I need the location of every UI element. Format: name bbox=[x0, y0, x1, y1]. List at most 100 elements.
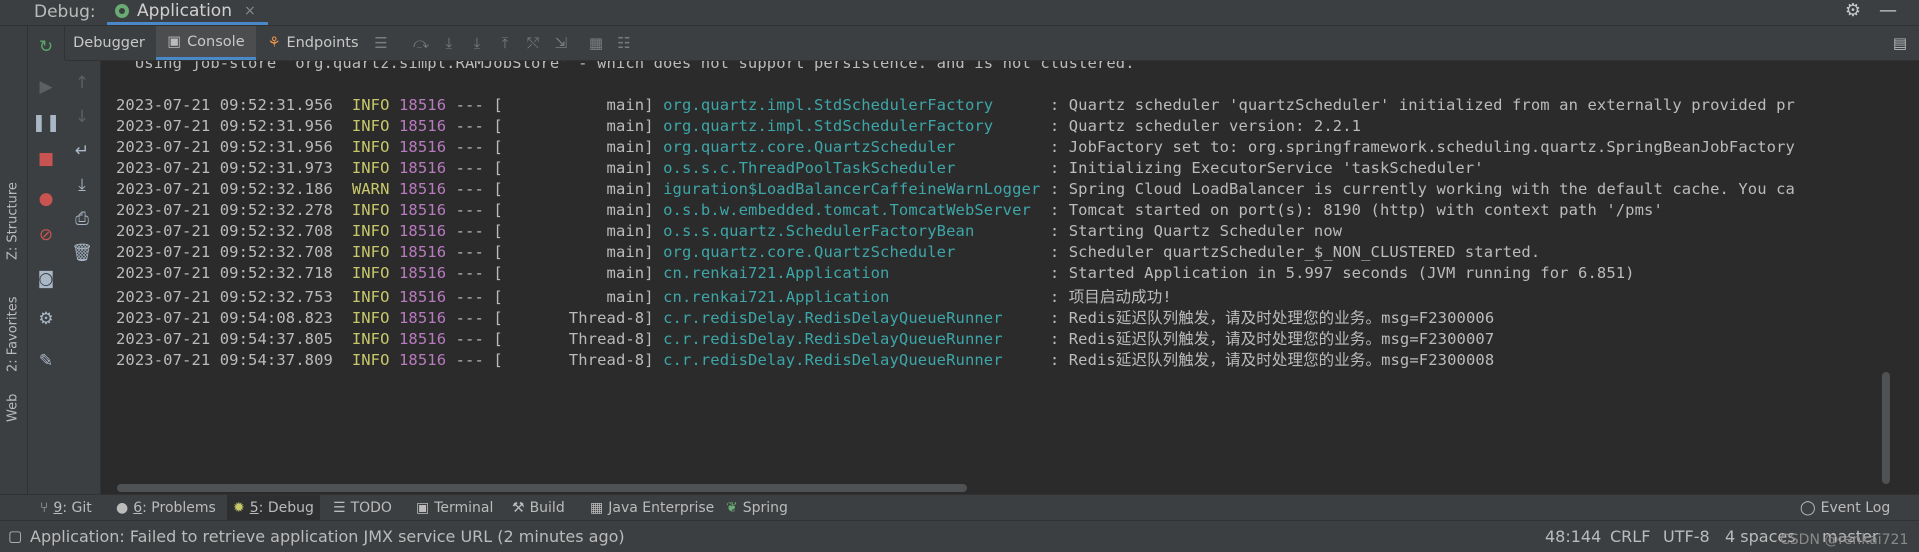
git-icon: ⑂ bbox=[40, 500, 49, 516]
step-out-icon[interactable]: ⤒ bbox=[494, 32, 516, 54]
console-line: 2023-07-21 09:52:31.956 INFO 18516 --- [… bbox=[116, 138, 1795, 156]
console-line: 2023-07-21 09:54:37.805 INFO 18516 --- [… bbox=[116, 330, 1495, 348]
event-log-label: Event Log bbox=[1820, 500, 1891, 516]
status-message[interactable]: Application: Failed to retrieve applicat… bbox=[30, 527, 625, 546]
trash-icon[interactable]: 🗑 bbox=[69, 240, 95, 266]
console-line: 2023-07-21 09:52:32.753 INFO 18516 --- [… bbox=[116, 288, 1172, 306]
view-breakpoints-icon[interactable]: ● bbox=[33, 186, 59, 212]
endpoints-icon: ⚘ bbox=[267, 35, 281, 51]
minimize-icon[interactable]: — bbox=[1879, 0, 1897, 21]
console-icon: ▣ bbox=[167, 33, 182, 50]
debug-label: Debug: bbox=[34, 2, 96, 22]
favorites-tab-label: 2: Favorites bbox=[5, 296, 21, 372]
gear-icon[interactable]: ⚙ bbox=[1845, 0, 1861, 21]
tab-todo[interactable]: ☰ TODO bbox=[327, 495, 398, 521]
tab-application[interactable]: Application × bbox=[107, 0, 268, 25]
tab-build[interactable]: ⚒ Build bbox=[506, 495, 571, 521]
force-step-into-icon[interactable]: ⤓ bbox=[466, 32, 488, 54]
tab-spring-label: Spring bbox=[742, 500, 788, 516]
tab-spring[interactable]: ❦ Spring bbox=[720, 495, 794, 521]
stop-icon[interactable]: ■ bbox=[33, 146, 59, 172]
console-line: 2023-07-21 09:52:32.186 WARN 18516 --- [… bbox=[116, 180, 1795, 198]
console-line: 2023-07-21 09:52:32.708 INFO 18516 --- [… bbox=[116, 222, 1343, 240]
left-tool-stripe: Z: Structure 2: Favorites Web bbox=[0, 26, 28, 520]
step-into-icon[interactable]: ⤓ bbox=[438, 32, 460, 54]
horizontal-scrollbar[interactable] bbox=[117, 484, 967, 492]
console-line: 2023-07-21 09:52:32.708 INFO 18516 --- [… bbox=[116, 243, 1541, 261]
tab-debug[interactable]: ✹ 5: Debug bbox=[227, 495, 320, 521]
web-tab-label: Web bbox=[5, 393, 21, 423]
tab-git[interactable]: ⑂ 9: Git bbox=[34, 495, 98, 521]
tab-debug-label: : Debug bbox=[258, 500, 314, 516]
tab-terminal-label: Terminal bbox=[434, 500, 494, 516]
csdn-watermark: CSDN @renkai721 bbox=[1780, 532, 1909, 548]
console-line: 2023-07-21 09:52:31.973 INFO 18516 --- [… bbox=[116, 159, 1484, 177]
tab-debugger-label: Debugger bbox=[73, 35, 145, 51]
tab-debugger[interactable]: Debugger bbox=[65, 26, 153, 60]
print-icon[interactable]: ⎙ bbox=[69, 206, 95, 232]
bug-icon: ✹ bbox=[233, 500, 245, 516]
java-enterprise-icon: ▦ bbox=[590, 500, 604, 516]
bottom-tool-bar: ⑂ 9: Git ● 6: Problems ✹ 5: Debug ☰ TODO… bbox=[0, 494, 1919, 521]
close-icon[interactable]: × bbox=[244, 3, 256, 19]
console-line: 2023-07-21 09:54:37.809 INFO 18516 --- [… bbox=[116, 351, 1495, 369]
todo-icon: ☰ bbox=[333, 500, 346, 516]
console-line: 2023-07-21 09:54:08.823 INFO 18516 --- [… bbox=[116, 309, 1495, 327]
tab-console[interactable]: ▣ Console bbox=[156, 26, 256, 60]
console-line: 2023-07-21 09:52:32.718 INFO 18516 --- [… bbox=[116, 264, 1635, 282]
up-arrow-icon[interactable]: ↑ bbox=[69, 70, 95, 96]
structure-tab-label: Z: Structure bbox=[5, 182, 21, 260]
step-over-icon[interactable]: ⤼ bbox=[410, 32, 432, 54]
vertical-scrollbar[interactable] bbox=[1882, 372, 1890, 484]
tab-java-enterprise-label: Java Enterprise bbox=[608, 500, 715, 516]
tab-git-number: 9 bbox=[53, 500, 63, 516]
scroll-to-end-icon[interactable]: ⤓ bbox=[69, 172, 95, 198]
tab-terminal[interactable]: ▣ Terminal bbox=[410, 495, 499, 521]
menu-icon[interactable]: ☰ bbox=[370, 32, 392, 54]
tab-console-label: Console bbox=[187, 33, 245, 50]
debug-toolbar: ↻ ▶ ❚❚ ■ ● ⊘ ◙ ⚙ ✎ bbox=[28, 26, 65, 494]
line-separator[interactable]: CRLF bbox=[1610, 527, 1650, 546]
tab-problems-number: 6 bbox=[133, 500, 143, 516]
soft-wrap-icon[interactable]: ↵ bbox=[69, 138, 95, 164]
terminal-icon: ▣ bbox=[416, 500, 430, 516]
tab-todo-label: TODO bbox=[350, 500, 392, 516]
console-line: 2023-07-21 09:52:31.956 INFO 18516 --- [… bbox=[116, 117, 1362, 135]
tab-git-label: : Git bbox=[62, 500, 92, 516]
trace-icon[interactable]: ☷ bbox=[613, 32, 635, 54]
layout-settings-icon[interactable]: ▤ bbox=[1889, 32, 1911, 54]
tab-java-enterprise[interactable]: ▦ Java Enterprise bbox=[584, 495, 720, 521]
console-output[interactable]: Using job-store 'org.quartz.simpl.RAMJob… bbox=[101, 61, 1891, 494]
mute-breakpoints-icon[interactable]: ⊘ bbox=[33, 222, 59, 248]
run-to-cursor-icon[interactable]: ⇲ bbox=[550, 32, 572, 54]
settings-icon[interactable]: ⚙ bbox=[33, 306, 59, 332]
toggle-tool-windows-icon[interactable]: ▢ bbox=[8, 527, 22, 545]
pause-icon[interactable]: ❚❚ bbox=[32, 110, 61, 136]
structure-tab[interactable]: Z: Structure bbox=[2, 166, 24, 276]
console-toolbar: ↑ ↓ ↵ ⤓ ⎙ 🗑 bbox=[64, 60, 101, 494]
favorites-tab[interactable]: 2: Favorites bbox=[2, 284, 24, 384]
spring-icon: ❦ bbox=[726, 500, 738, 516]
spring-bug-icon bbox=[115, 4, 129, 18]
caret-position[interactable]: 48:144 bbox=[1545, 527, 1601, 546]
problems-icon: ● bbox=[116, 500, 129, 516]
rerun-icon[interactable]: ↻ bbox=[33, 34, 59, 60]
pin-icon[interactable]: ✎ bbox=[33, 348, 59, 374]
camera-icon[interactable]: ◙ bbox=[33, 266, 59, 292]
tab-problems-label: : Problems bbox=[142, 500, 216, 516]
web-tab[interactable]: Web bbox=[2, 378, 24, 438]
event-log-button[interactable]: ◯ Event Log bbox=[1794, 495, 1896, 521]
drop-frame-icon[interactable]: ⤲ bbox=[522, 32, 544, 54]
event-log-icon: ◯ bbox=[1800, 500, 1816, 516]
evaluate-icon[interactable]: ▦ bbox=[585, 32, 607, 54]
console-line: 2023-07-21 09:52:31.956 INFO 18516 --- [… bbox=[116, 96, 1795, 114]
debug-tabs-bar: Debugger ▣ Console ⚘ Endpoints ☰ ⤼ ⤓ ⤓ ⤒… bbox=[65, 26, 1919, 61]
console-line: Using job-store 'org.quartz.simpl.RAMJob… bbox=[116, 61, 1135, 72]
tab-debug-number: 5 bbox=[249, 500, 259, 516]
tab-endpoints[interactable]: ⚘ Endpoints bbox=[263, 26, 363, 60]
resume-icon[interactable]: ▶ bbox=[33, 74, 59, 100]
file-encoding[interactable]: UTF-8 bbox=[1663, 527, 1710, 546]
tab-problems[interactable]: ● 6: Problems bbox=[110, 495, 222, 521]
down-arrow-icon[interactable]: ↓ bbox=[69, 104, 95, 130]
tab-application-label: Application bbox=[137, 1, 232, 21]
